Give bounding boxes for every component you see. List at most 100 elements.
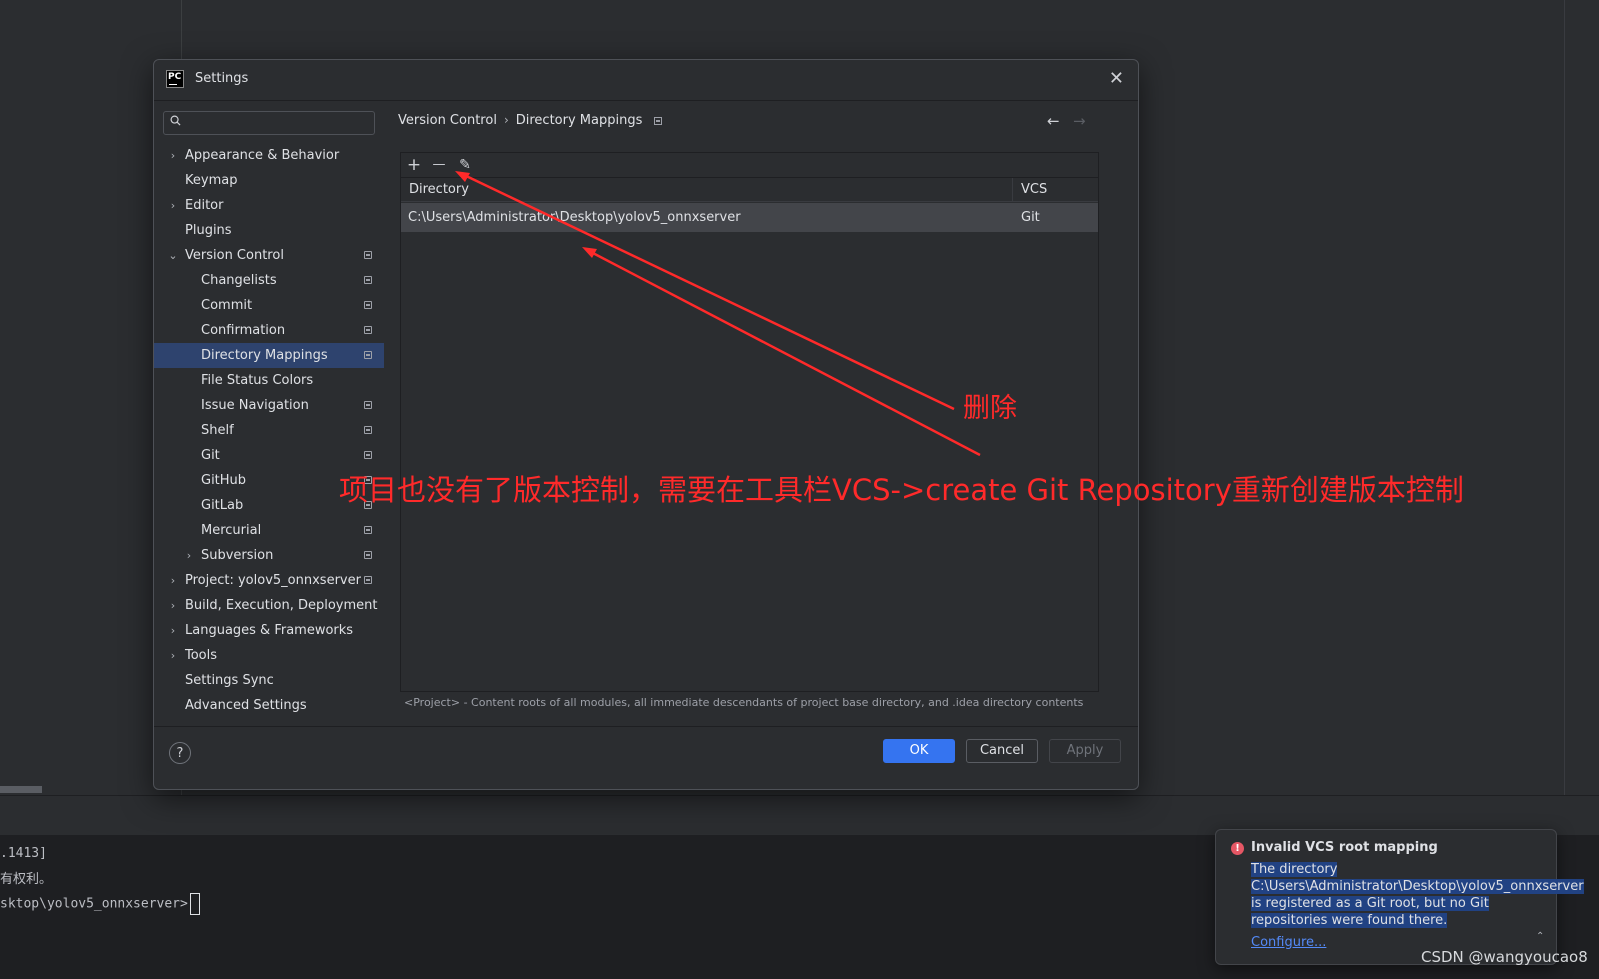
sidebar-item[interactable]: Mercurial: [154, 518, 384, 543]
sidebar-item-label: Plugins: [185, 223, 232, 238]
notification-body: The directory C:\Users\Administrator\Des…: [1251, 861, 1584, 929]
sidebar-item[interactable]: Changelists: [154, 268, 384, 293]
sidebar-item-label: Tools: [185, 648, 218, 663]
add-mapping-button[interactable]: +: [403, 154, 425, 176]
sidebar-item[interactable]: › Appearance & Behavior: [154, 143, 384, 168]
error-icon: !: [1231, 842, 1244, 855]
apply-button[interactable]: Apply: [1049, 739, 1121, 763]
watermark: CSDN @wangyoucao8: [1421, 948, 1588, 966]
remove-mapping-button[interactable]: —: [428, 154, 450, 176]
project-scope-icon: [364, 526, 372, 534]
sidebar-item[interactable]: › Build, Execution, Deployment: [154, 593, 384, 618]
sidebar-item[interactable]: ⌄ Version Control: [154, 243, 384, 268]
back-arrow-icon[interactable]: ←: [1047, 112, 1060, 130]
sidebar-item-label: Languages & Frameworks: [185, 623, 354, 638]
sidebar-item-label: Project: yolov5_onnxserver: [185, 573, 361, 588]
terminal-prompt-text: sktop\yolov5_onnxserver>: [0, 896, 188, 912]
breadcrumb-item[interactable]: Version Control: [398, 113, 497, 128]
sidebar-item-label: Version Control: [185, 248, 284, 263]
vcs-cell: Git: [1021, 210, 1040, 225]
sidebar-item[interactable]: Settings Sync: [154, 668, 384, 693]
ok-button[interactable]: OK: [883, 739, 955, 763]
notification-title: Invalid VCS root mapping: [1251, 840, 1438, 855]
sidebar-item-label: Mercurial: [201, 523, 262, 538]
column-header-vcs[interactable]: VCS: [1013, 178, 1098, 202]
project-scope-icon: [364, 351, 372, 359]
sidebar-item-label: Issue Navigation: [201, 398, 309, 413]
sidebar-item[interactable]: Git: [154, 443, 384, 468]
vcs-error-notification: ! Invalid VCS root mapping The directory…: [1215, 829, 1584, 965]
project-scope-icon: [364, 551, 372, 559]
breadcrumb-separator-icon: ›: [503, 113, 509, 127]
chevron-right-icon[interactable]: ›: [168, 143, 178, 168]
project-scope-icon: [364, 401, 372, 409]
sidebar-item[interactable]: Confirmation: [154, 318, 384, 343]
help-button[interactable]: ?: [169, 742, 191, 764]
sidebar-item-label: Confirmation: [201, 323, 286, 338]
chevron-right-icon[interactable]: ›: [168, 193, 178, 218]
sidebar-item[interactable]: › Subversion: [154, 543, 384, 568]
chevron-right-icon[interactable]: ›: [168, 643, 178, 668]
sidebar-item[interactable]: Shelf: [154, 418, 384, 443]
dialog-footer: ? OK Cancel Apply: [154, 726, 1138, 790]
sidebar-item-label: Settings Sync: [185, 673, 274, 688]
dialog-titlebar[interactable]: PC Settings ✕: [154, 60, 1138, 101]
forward-arrow-icon[interactable]: →: [1073, 112, 1086, 130]
table-row[interactable]: C:\Users\Administrator\Desktop\yolov5_on…: [401, 203, 1098, 232]
sidebar-item[interactable]: › Editor: [154, 193, 384, 218]
project-scope-icon: [364, 251, 372, 259]
breadcrumb: Version Control › Directory Mappings: [398, 113, 663, 128]
edit-mapping-button[interactable]: ✎: [454, 154, 476, 176]
sidebar-item[interactable]: Advanced Settings: [154, 693, 384, 718]
annotation-delete-label: 删除: [963, 393, 1017, 424]
sidebar-item-label: Advanced Settings: [185, 698, 307, 713]
sidebar-item-label: Changelists: [201, 273, 277, 288]
chevron-right-icon[interactable]: ›: [168, 593, 178, 618]
sidebar-item[interactable]: Issue Navigation: [154, 393, 384, 418]
horizontal-scrollbar[interactable]: [0, 786, 42, 793]
sidebar-item-label: Commit: [201, 298, 253, 313]
sidebar-item[interactable]: Commit: [154, 293, 384, 318]
notification-body-text: The directory C:\Users\Administrator\Des…: [1251, 862, 1584, 928]
chevron-right-icon[interactable]: ›: [184, 543, 194, 568]
settings-search-input[interactable]: [163, 111, 375, 135]
mappings-footnote: <Project> - Content roots of all modules…: [404, 696, 1084, 709]
sidebar-item[interactable]: Plugins: [154, 218, 384, 243]
cancel-button[interactable]: Cancel: [966, 739, 1038, 763]
project-scope-icon: [364, 276, 372, 284]
sidebar-item-label: File Status Colors: [201, 373, 314, 388]
close-icon[interactable]: ✕: [1109, 68, 1124, 89]
project-scope-icon: [364, 451, 372, 459]
breadcrumb-item-current: Directory Mappings: [515, 113, 643, 128]
sidebar-item[interactable]: Keymap: [154, 168, 384, 193]
sidebar-item-label: Build, Execution, Deployment: [185, 598, 378, 613]
sidebar-item-label: Editor: [185, 198, 224, 213]
editor-right-edge: [1564, 0, 1565, 795]
terminal-line: .1413]: [0, 846, 47, 861]
sidebar-item[interactable]: › Languages & Frameworks: [154, 618, 384, 643]
directory-cell: C:\Users\Administrator\Desktop\yolov5_on…: [408, 210, 741, 225]
column-header-directory[interactable]: Directory: [401, 178, 1013, 202]
pycharm-app-icon: PC: [166, 70, 184, 88]
table-toolbar: + — ✎: [401, 153, 1098, 178]
annotation-instruction: 项目也没有了版本控制，需要在工具栏VCS->create Git Reposit…: [339, 473, 1464, 507]
project-scope-icon: [364, 326, 372, 334]
sidebar-item[interactable]: Directory Mappings: [154, 343, 384, 368]
sidebar-item-label: Keymap: [185, 173, 238, 188]
sidebar-item-label: Shelf: [201, 423, 234, 438]
chevron-down-icon[interactable]: ⌄: [168, 243, 178, 268]
chevron-right-icon[interactable]: ›: [168, 568, 178, 593]
terminal-prompt[interactable]: sktop\yolov5_onnxserver>: [0, 893, 200, 915]
configure-link[interactable]: Configure...: [1251, 935, 1326, 950]
sidebar-item[interactable]: File Status Colors: [154, 368, 384, 393]
chevron-right-icon[interactable]: ›: [168, 618, 178, 643]
sidebar-item[interactable]: › Tools: [154, 643, 384, 668]
sidebar-item[interactable]: › Project: yolov5_onnxserver: [154, 568, 384, 593]
dialog-title: Settings: [195, 71, 249, 86]
sidebar-item-label: Subversion: [201, 548, 274, 563]
sidebar-item-label: GitLab: [201, 498, 244, 513]
project-scope-icon: [654, 116, 663, 125]
chevron-up-icon[interactable]: ⌃: [1536, 931, 1544, 942]
sidebar-item-label: GitHub: [201, 473, 247, 488]
terminal-line: 有权利。: [0, 872, 53, 887]
